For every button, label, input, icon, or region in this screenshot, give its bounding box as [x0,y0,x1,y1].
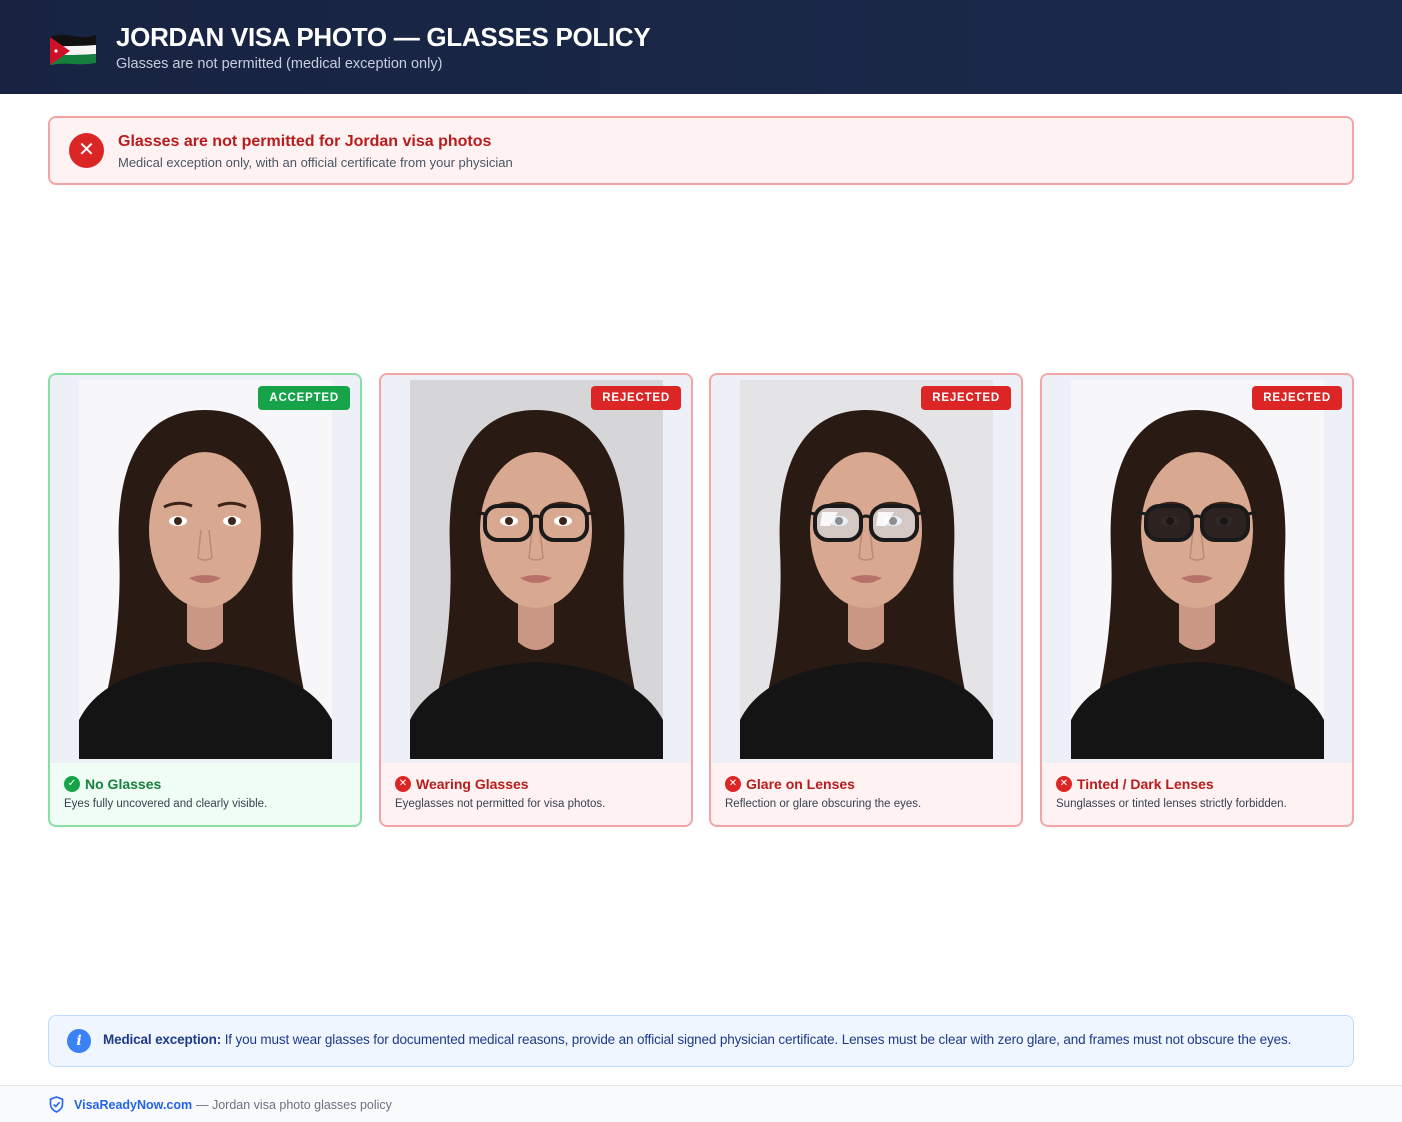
card-label: ✕ Glare on Lenses [725,775,855,793]
card-description: Eyes fully uncovered and clearly visible… [64,798,268,810]
photo-frame [381,375,691,763]
example-card-wearing-glasses: REJECTED ✕ Wearing Glasses Eyeglasses not… [379,373,693,827]
status-badge: REJECTED [591,386,681,410]
example-card-glare-on-lenses: REJECTED ✕ Glare on Lenses Reflection or … [709,373,1023,827]
status-badge: REJECTED [921,386,1011,410]
status-badge: REJECTED [1252,386,1342,410]
card-title: No Glasses [85,775,162,792]
photo-frame [50,375,360,763]
page-title: JORDAN VISA PHOTO — GLASSES POLICY [116,22,651,52]
portrait-photo-glare-on-lenses [740,380,993,759]
close-icon: ✕ [725,775,741,792]
portrait-photo-no-glasses [79,380,332,759]
card-title: Wearing Glasses [416,775,529,792]
example-card-tinted-lenses: REJECTED ✕ Tinted / Dark Lenses Sunglasse… [1040,373,1354,827]
jordan-flag-icon [50,34,96,65]
card-label: ✓ No Glasses [64,775,161,793]
warning-title: Glasses are not permitted for Jordan vis… [118,133,492,150]
info-icon: i [67,1029,91,1053]
photo-frame [1042,375,1352,763]
card-description: Eyeglasses not permitted for visa photos… [395,798,606,810]
example-card-no-glasses: ACCEPTED ✓ No Glasses Eyes fully uncovere… [48,373,362,827]
card-label: ✕ Tinted / Dark Lenses [1056,775,1214,793]
page-header: JORDAN VISA PHOTO — GLASSES POLICY Glass… [0,0,1402,94]
card-label: ✕ Wearing Glasses [395,775,529,793]
close-icon: ✕ [395,775,411,792]
check-icon: ✓ [64,775,80,792]
card-description: Reflection or glare obscuring the eyes. [725,798,922,810]
portrait-photo-wearing-glasses [410,380,663,759]
card-description: Sunglasses or tinted lenses strictly for… [1056,798,1287,810]
photo-frame [711,375,1021,763]
close-icon: ✕ [69,133,104,168]
page-subtitle: Glasses are not permitted (medical excep… [116,56,443,72]
shield-check-icon [49,1096,64,1113]
close-icon: ✕ [1056,775,1072,792]
medical-exception-label: Medical exception: [103,1032,222,1047]
status-badge: ACCEPTED [258,386,350,410]
medical-exception-body: If you must wear glasses for documented … [221,1032,1292,1047]
footer-brand-link[interactable]: VisaReadyNow.com [74,1098,192,1112]
medical-exception-note: i Medical exception: If you must wear gl… [48,1015,1354,1067]
portrait-photo-tinted-lenses [1071,380,1324,759]
footer-text: — Jordan visa photo glasses policy [196,1098,392,1112]
card-title: Tinted / Dark Lenses [1077,775,1214,792]
card-title: Glare on Lenses [746,775,855,792]
warning-subtitle: Medical exception only, with an official… [118,155,513,170]
page-footer: VisaReadyNow.com — Jordan visa photo gla… [0,1085,1402,1122]
warning-banner: ✕ Glasses are not permitted for Jordan v… [48,116,1354,185]
medical-exception-text: Medical exception: If you must wear glas… [103,1032,1291,1047]
